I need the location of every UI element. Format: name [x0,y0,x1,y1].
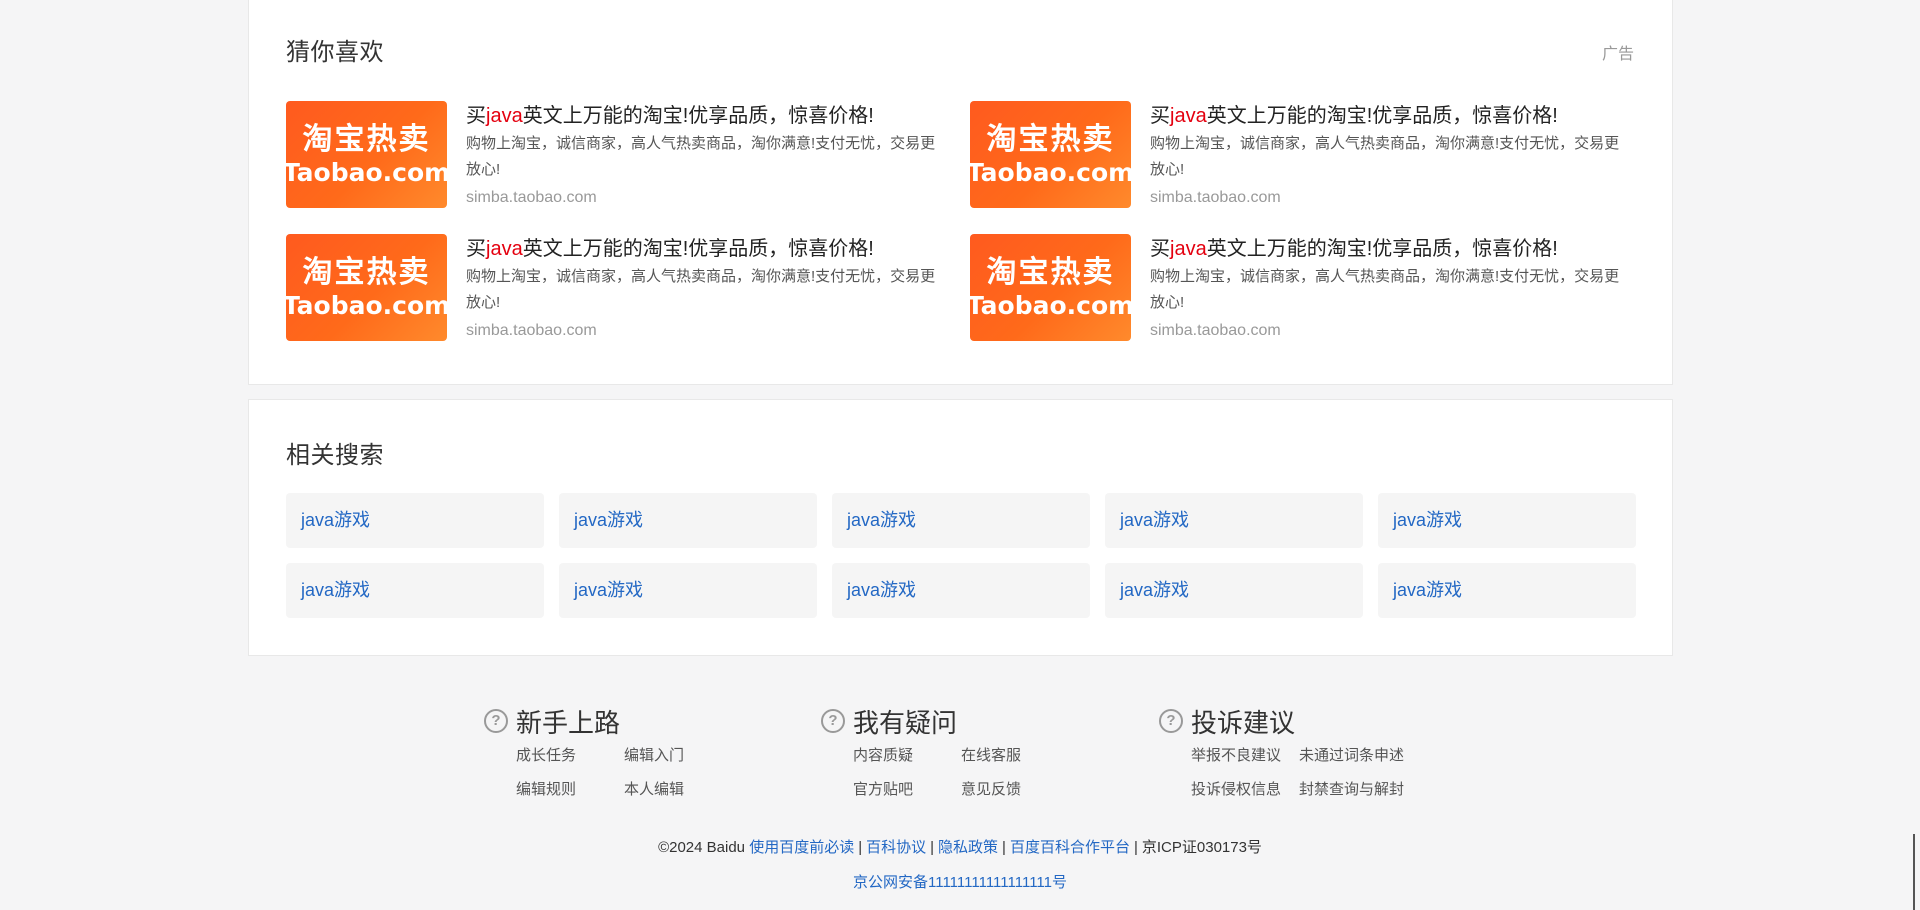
related-search-chip[interactable]: java游戏 [559,563,817,618]
ad-description: 购物上淘宝，诚信商家，高人气热卖商品，淘你满意!支付无忧，交易更放心! [1150,268,1620,311]
beian-link[interactable]: 京公网安备11111111111111111号 [0,871,1920,892]
footer-link[interactable]: 举报不良建议 [1191,745,1299,767]
ad-description: 购物上淘宝，诚信商家，高人气热卖商品，淘你满意!支付无忧，交易更放心! [466,268,936,311]
ad-title[interactable]: 买java英文上万能的淘宝!优享品质，惊喜价格! [466,101,946,131]
footer-link[interactable]: 封禁查询与解封 [1299,779,1429,801]
ad-url[interactable]: simba.taobao.com [466,185,946,211]
taobao-ad-image[interactable]: 淘宝热卖 Taobao.com [970,234,1131,341]
taobao-ad-image[interactable]: 淘宝热卖 Taobao.com [286,101,447,208]
footer-column-questions: ? 我有疑问 内容质疑 在线客服 官方贴吧 意见反馈 [821,703,1021,798]
footer-link[interactable]: 编辑规则 [516,779,624,801]
ad-label: 广告 [1601,46,1634,63]
ad-url[interactable]: simba.taobao.com [1150,318,1630,344]
related-search-chip[interactable]: java游戏 [286,563,544,618]
footer-column-title: 投诉建议 [1191,707,1296,738]
related-search-chip[interactable]: java游戏 [559,493,817,548]
related-search-chip[interactable]: java游戏 [1378,493,1636,548]
baike-agreement-link[interactable]: 百科协议 [866,839,926,856]
footer-link[interactable]: 本人编辑 [624,779,732,801]
read-before-use-link[interactable]: 使用百度前必读 [749,839,854,856]
related-search-chip[interactable]: java游戏 [1378,563,1636,618]
footer-link[interactable]: 成长任务 [516,745,624,767]
related-search-chip[interactable]: java游戏 [1105,493,1363,548]
ad-title[interactable]: 买java英文上万能的淘宝!优享品质，惊喜价格! [466,234,946,264]
icp-text: 京ICP证030173号 [1141,839,1262,856]
copyright-line: ©2024 Baidu 使用百度前必读 | 百科协议 | 隐私政策 | 百度百科合作平台 | 京… [658,839,1262,856]
related-section-title: 相关搜索 [286,442,384,469]
question-circle-icon: ? [484,709,508,733]
ad-url[interactable]: simba.taobao.com [466,318,946,344]
footer-link[interactable]: 未通过词条申述 [1299,745,1429,767]
privacy-policy-link[interactable]: 隐私政策 [938,839,998,856]
ad-item[interactable]: 淘宝热卖 Taobao.com 买java英文上万能的淘宝!优享品质，惊喜价格!… [286,101,946,211]
ad-url[interactable]: simba.taobao.com [1150,185,1630,211]
partner-platform-link[interactable]: 百度百科合作平台 [1010,839,1130,856]
guess-you-like-card: 猜你喜欢 广告 淘宝热卖 Taobao.com 买java英文上万能的淘宝!优享… [248,0,1673,385]
ad-item[interactable]: 淘宝热卖 Taobao.com 买java英文上万能的淘宝!优享品质，惊喜价格!… [286,234,946,344]
footer-link[interactable]: 投诉侵权信息 [1191,779,1299,801]
footer-link[interactable]: 意见反馈 [961,779,1069,801]
copyright-text: ©2024 Baidu [658,839,746,856]
footer-link[interactable]: 在线客服 [961,745,1069,767]
ad-title[interactable]: 买java英文上万能的淘宝!优享品质，惊喜价格! [1150,234,1630,264]
ad-description: 购物上淘宝，诚信商家，高人气热卖商品，淘你满意!支付无忧，交易更放心! [1150,135,1620,178]
guess-section-title: 猜你喜欢 [286,39,384,66]
related-search-chip[interactable]: java游戏 [286,493,544,548]
ad-title[interactable]: 买java英文上万能的淘宝!优享品质，惊喜价格! [1150,101,1630,131]
footer-link[interactable]: 内容质疑 [853,745,961,767]
question-circle-icon: ? [1159,709,1183,733]
footer-link[interactable]: 编辑入门 [624,745,732,767]
footer-link[interactable]: 官方贴吧 [853,779,961,801]
ad-item[interactable]: 淘宝热卖 Taobao.com 买java英文上万能的淘宝!优享品质，惊喜价格!… [970,234,1630,344]
question-circle-icon: ? [821,709,845,733]
taobao-ad-image[interactable]: 淘宝热卖 Taobao.com [286,234,447,341]
footer-column-newbie: ? 新手上路 成长任务 编辑入门 编辑规则 本人编辑 [484,703,684,798]
footer-column-title: 新手上路 [516,707,621,738]
related-search-chip[interactable]: java游戏 [832,493,1090,548]
ad-item[interactable]: 淘宝热卖 Taobao.com 买java英文上万能的淘宝!优享品质，惊喜价格!… [970,101,1630,211]
ad-description: 购物上淘宝，诚信商家，高人气热卖商品，淘你满意!支付无忧，交易更放心! [466,135,936,178]
related-search-card: 相关搜索 java游戏 java游戏 java游戏 java游戏 java游戏 … [248,399,1673,656]
footer-column-complaints: ? 投诉建议 举报不良建议 未通过词条申述 投诉侵权信息 封禁查询与解封 [1159,703,1404,798]
related-search-chip[interactable]: java游戏 [1105,563,1363,618]
taobao-ad-image[interactable]: 淘宝热卖 Taobao.com [970,101,1131,208]
footer-column-title: 我有疑问 [853,707,958,738]
related-search-chip[interactable]: java游戏 [832,563,1090,618]
scrollbar-thumb[interactable] [1913,834,1915,910]
